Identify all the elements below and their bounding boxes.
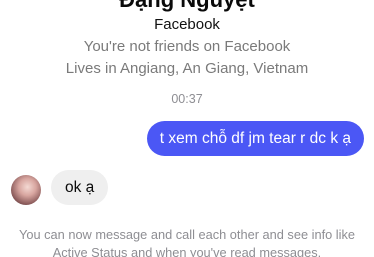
friend-status: You're not friends on Facebook (83, 38, 291, 55)
contact-name: Đặng Nguyệt (0, 0, 374, 12)
outgoing-message-bubble[interactable]: t xem chỗ df jm tear r dc k ạ (146, 121, 364, 156)
contact-avatar[interactable] (11, 175, 41, 205)
incoming-message-bubble[interactable]: ok ạ (51, 170, 109, 205)
contact-source: Facebook (154, 16, 220, 33)
chat-screen: Đặng Nguyệt Facebook You're not friends … (0, 0, 374, 257)
contact-location: Lives in Angiang, An Giang, Vietnam (65, 60, 309, 77)
message-timestamp: 00:37 (171, 92, 203, 106)
privacy-notice: You can now message and call each other … (18, 227, 356, 257)
